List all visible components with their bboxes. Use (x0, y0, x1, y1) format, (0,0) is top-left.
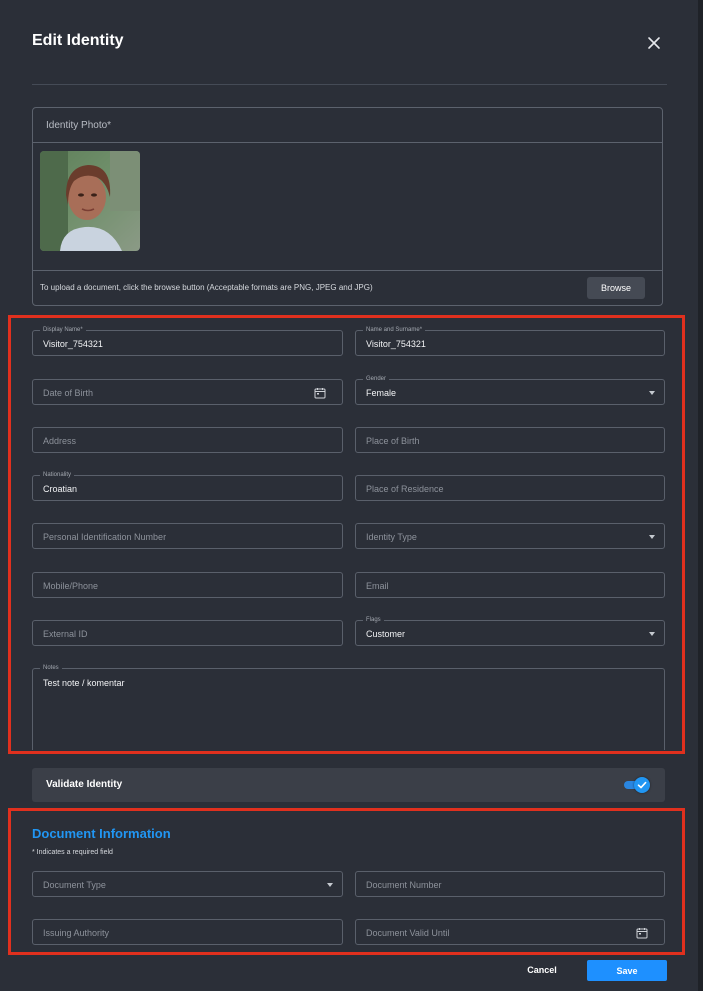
flags-value: Customer (366, 629, 406, 639)
personal-id-placeholder: Personal Identification Number (43, 532, 167, 542)
place-of-residence-field[interactable]: Place of Residence (355, 475, 665, 501)
browse-button[interactable]: Browse (587, 277, 645, 299)
validate-identity-toggle[interactable] (624, 777, 650, 793)
dialog-edge (698, 0, 703, 991)
document-number-placeholder: Document Number (366, 880, 442, 890)
upload-hint: To upload a document, click the browse b… (40, 283, 373, 292)
identity-photo-panel: Identity Photo* To upload a document, cl… (32, 107, 663, 306)
photo-upload-bar: To upload a document, click the browse b… (33, 270, 662, 306)
dialog-title: Edit Identity (32, 32, 124, 49)
toggle-knob (634, 777, 650, 793)
calendar-icon[interactable] (636, 927, 648, 939)
notes-label: Notes (40, 664, 62, 672)
required-field-note: * Indicates a required field (32, 849, 113, 856)
personal-id-field[interactable]: Personal Identification Number (32, 523, 343, 549)
date-of-birth-field[interactable]: Date of Birth (32, 379, 343, 405)
display-name-label: Display Name* (40, 326, 86, 334)
identity-type-select[interactable]: Identity Type (355, 523, 665, 549)
address-field[interactable]: Address (32, 427, 343, 453)
gender-select[interactable]: Gender Female (355, 375, 665, 405)
document-section-title: Document Information (32, 826, 171, 841)
notes-textarea[interactable]: Notes Test note / komentar (32, 664, 665, 750)
mobile-field[interactable]: Mobile/Phone (32, 572, 343, 598)
name-surname-field[interactable]: Name and Surname* Visitor_754321 (355, 326, 665, 356)
chevron-down-icon (649, 632, 655, 636)
title-divider (32, 84, 667, 85)
close-icon[interactable] (645, 34, 663, 52)
nationality-field[interactable]: Nationality Croatian (32, 471, 343, 501)
notes-value: Test note / komentar (43, 678, 125, 688)
chevron-down-icon (327, 883, 333, 887)
validate-identity-label: Validate Identity (46, 779, 123, 790)
document-valid-until-field[interactable]: Document Valid Until (355, 919, 665, 945)
cancel-button[interactable]: Cancel (519, 960, 565, 980)
date-of-birth-placeholder: Date of Birth (43, 388, 94, 398)
validate-identity-row: Validate Identity (32, 768, 665, 802)
document-type-placeholder: Document Type (43, 880, 106, 890)
document-type-select[interactable]: Document Type (32, 871, 343, 897)
external-id-field[interactable]: External ID (32, 620, 343, 646)
name-surname-value: Visitor_754321 (366, 339, 426, 349)
address-placeholder: Address (43, 436, 77, 446)
issuing-authority-field[interactable]: Issuing Authority (32, 919, 343, 945)
flags-select[interactable]: Flags Customer (355, 616, 665, 646)
place-of-residence-placeholder: Place of Residence (366, 484, 444, 494)
flags-label: Flags (363, 616, 384, 624)
identity-type-placeholder: Identity Type (366, 532, 417, 542)
name-surname-label: Name and Surname* (363, 326, 426, 334)
place-of-birth-placeholder: Place of Birth (366, 436, 420, 446)
identity-photo-label: Identity Photo* (46, 120, 112, 131)
email-field[interactable]: Email (355, 572, 665, 598)
gender-label: Gender (363, 375, 390, 383)
email-placeholder: Email (366, 581, 389, 591)
chevron-down-icon (649, 535, 655, 539)
display-name-value: Visitor_754321 (43, 339, 103, 349)
calendar-icon[interactable] (314, 387, 326, 399)
save-button[interactable]: Save (587, 960, 667, 981)
display-name-field[interactable]: Display Name* Visitor_754321 (32, 326, 343, 356)
chevron-down-icon (649, 391, 655, 395)
issuing-authority-placeholder: Issuing Authority (43, 928, 110, 938)
identity-photo-body: To upload a document, click the browse b… (33, 142, 662, 305)
place-of-birth-field[interactable]: Place of Birth (355, 427, 665, 453)
gender-value: Female (366, 388, 397, 398)
document-valid-until-placeholder: Document Valid Until (366, 928, 450, 938)
nationality-label: Nationality (40, 471, 75, 479)
document-number-field[interactable]: Document Number (355, 871, 665, 897)
nationality-value: Croatian (43, 484, 78, 494)
check-icon (637, 781, 647, 789)
mobile-placeholder: Mobile/Phone (43, 581, 99, 591)
external-id-placeholder: External ID (43, 629, 88, 639)
identity-photo-image[interactable] (40, 151, 140, 251)
